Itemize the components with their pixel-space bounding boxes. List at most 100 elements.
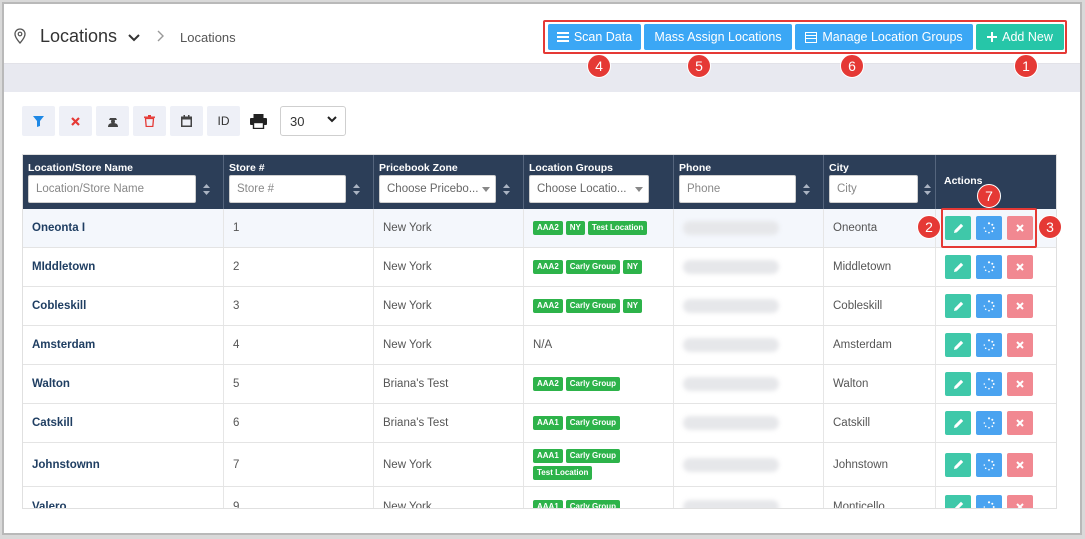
cell-name[interactable]: Amsterdam [23, 326, 224, 364]
redacted-phone [683, 416, 779, 430]
cell-name[interactable]: Johnstownn [23, 443, 224, 486]
cell-phone-redacted [674, 365, 824, 403]
id-toggle-button[interactable]: ID [207, 106, 240, 136]
delete-row-button[interactable] [1007, 452, 1033, 477]
redacted-phone [683, 377, 779, 391]
close-icon [1016, 263, 1024, 271]
sort-icon[interactable] [803, 184, 810, 195]
table-row[interactable]: Walton 5 Briana's Test AAA2 Carly Group Walto… [23, 365, 1056, 404]
location-groups-select[interactable]: Choose Locatio... [529, 175, 649, 203]
edit-button[interactable] [945, 411, 971, 435]
table-row[interactable]: Oneonta I 1 New York AAA2 NY Test Location One… [23, 209, 1056, 248]
cell-city: Middletown [824, 248, 936, 286]
cell-store: 1 [224, 209, 374, 247]
delete-row-button[interactable] [1007, 294, 1033, 318]
filter-button[interactable] [22, 106, 55, 136]
edit-button[interactable] [945, 452, 971, 477]
column-label: Phone [679, 162, 712, 174]
sort-icon[interactable] [203, 184, 210, 195]
delete-row-button[interactable] [1007, 494, 1033, 508]
app-window: Locations Locations Scan Data Mass Assig… [2, 2, 1082, 535]
store-number-filter-input[interactable]: Store # [229, 175, 346, 203]
close-icon [1016, 502, 1024, 508]
manage-location-groups-button[interactable]: Manage Location Groups [795, 24, 973, 50]
location-name-filter-input[interactable]: Location/Store Name [28, 175, 196, 203]
cell-name[interactable]: Cobleskill [23, 287, 224, 325]
page-size-select[interactable]: 30 [280, 106, 346, 136]
chevron-down-icon[interactable] [128, 34, 140, 42]
print-icon[interactable] [250, 114, 267, 129]
cell-zone: New York [374, 443, 524, 486]
sort-icon[interactable] [353, 184, 360, 195]
table-row[interactable]: MIddletown 2 New York AAA2 Carly Group NY Midd… [23, 248, 1056, 287]
mass-assign-locations-button[interactable]: Mass Assign Locations [644, 24, 792, 50]
sync-button[interactable] [976, 333, 1002, 357]
close-icon [1016, 341, 1024, 349]
callout-badge-2: 2 [917, 215, 941, 239]
callout-badge-5: 5 [687, 54, 711, 78]
cell-name[interactable]: Oneonta I [23, 209, 224, 247]
column-location-name: Location/Store Name Location/Store Name [23, 155, 224, 209]
cell-phone-redacted [674, 248, 824, 286]
user-secret-icon [107, 118, 118, 127]
breadcrumb[interactable]: Locations [180, 30, 236, 45]
group-tag: Carly Group [565, 299, 621, 313]
user-secret-button[interactable] [96, 106, 129, 136]
sync-button[interactable] [976, 494, 1002, 508]
delete-button[interactable] [133, 106, 166, 136]
cell-actions [936, 365, 1056, 403]
delete-row-button[interactable] [1007, 333, 1033, 357]
spinner-icon [983, 261, 995, 273]
cell-phone-redacted [674, 287, 824, 325]
scan-data-button[interactable]: Scan Data [548, 24, 641, 50]
spinner-icon [983, 378, 995, 390]
table-row[interactable]: Johnstownn 7 New York AAA1 Carly Group Test L… [23, 443, 1056, 487]
phone-filter-input[interactable]: Phone [679, 175, 796, 203]
table-row[interactable]: Cobleskill 3 New York AAA2 Carly Group NY Cobl… [23, 287, 1056, 326]
sync-button[interactable] [976, 372, 1002, 396]
group-tag: AAA1 [533, 416, 563, 430]
table-row[interactable]: Amsterdam 4 New York N/A Amsterdam [23, 326, 1056, 365]
content-area: ID 30 Location/Store Name Location/Store… [4, 92, 1080, 533]
table-row[interactable]: Valero 9 New York AAA1 Carly Group Monticello [23, 487, 1056, 508]
spinner-icon [983, 300, 995, 312]
sort-icon[interactable] [503, 184, 510, 195]
clear-filter-button[interactable] [59, 106, 92, 136]
group-tag: Test Location [587, 221, 648, 235]
calendar-button[interactable] [170, 106, 203, 136]
sort-icon[interactable] [924, 184, 931, 195]
cell-name[interactable]: MIddletown [23, 248, 224, 286]
delete-row-button[interactable] [1007, 411, 1033, 435]
edit-button[interactable] [945, 255, 971, 279]
sync-button[interactable] [976, 294, 1002, 318]
callout-badge-4: 4 [587, 54, 611, 78]
delete-row-button[interactable] [1007, 372, 1033, 396]
table-row[interactable]: Catskill 6 Briana's Test AAA1 Carly Group Cat… [23, 404, 1056, 443]
location-pin-icon [14, 28, 26, 44]
edit-button[interactable] [945, 333, 971, 357]
edit-button[interactable] [945, 294, 971, 318]
cell-zone: New York [374, 487, 524, 508]
calendar-icon [181, 115, 192, 127]
column-label: Actions [944, 175, 983, 187]
cell-groups: AAA2 Carly Group [524, 365, 674, 403]
edit-button[interactable] [945, 372, 971, 396]
group-tag: AAA2 [533, 377, 563, 391]
edit-button[interactable] [945, 494, 971, 508]
sync-button[interactable] [976, 255, 1002, 279]
cell-name[interactable]: Valero [23, 487, 224, 508]
callout-badge-7: 7 [977, 184, 1001, 208]
redacted-phone [683, 260, 779, 274]
delete-row-button[interactable] [1007, 255, 1033, 279]
cell-name[interactable]: Catskill [23, 404, 224, 442]
sync-button[interactable] [976, 452, 1002, 477]
city-filter-input[interactable]: City [829, 175, 918, 203]
sync-button[interactable] [976, 411, 1002, 435]
breadcrumb-separator-icon [157, 30, 164, 42]
add-new-button[interactable]: Add New [976, 24, 1064, 50]
cell-name[interactable]: Walton [23, 365, 224, 403]
spinner-icon [983, 458, 995, 471]
pricebook-zone-select[interactable]: Choose Pricebo... [379, 175, 496, 203]
group-tag: NY [623, 260, 643, 274]
pencil-icon [953, 418, 963, 428]
